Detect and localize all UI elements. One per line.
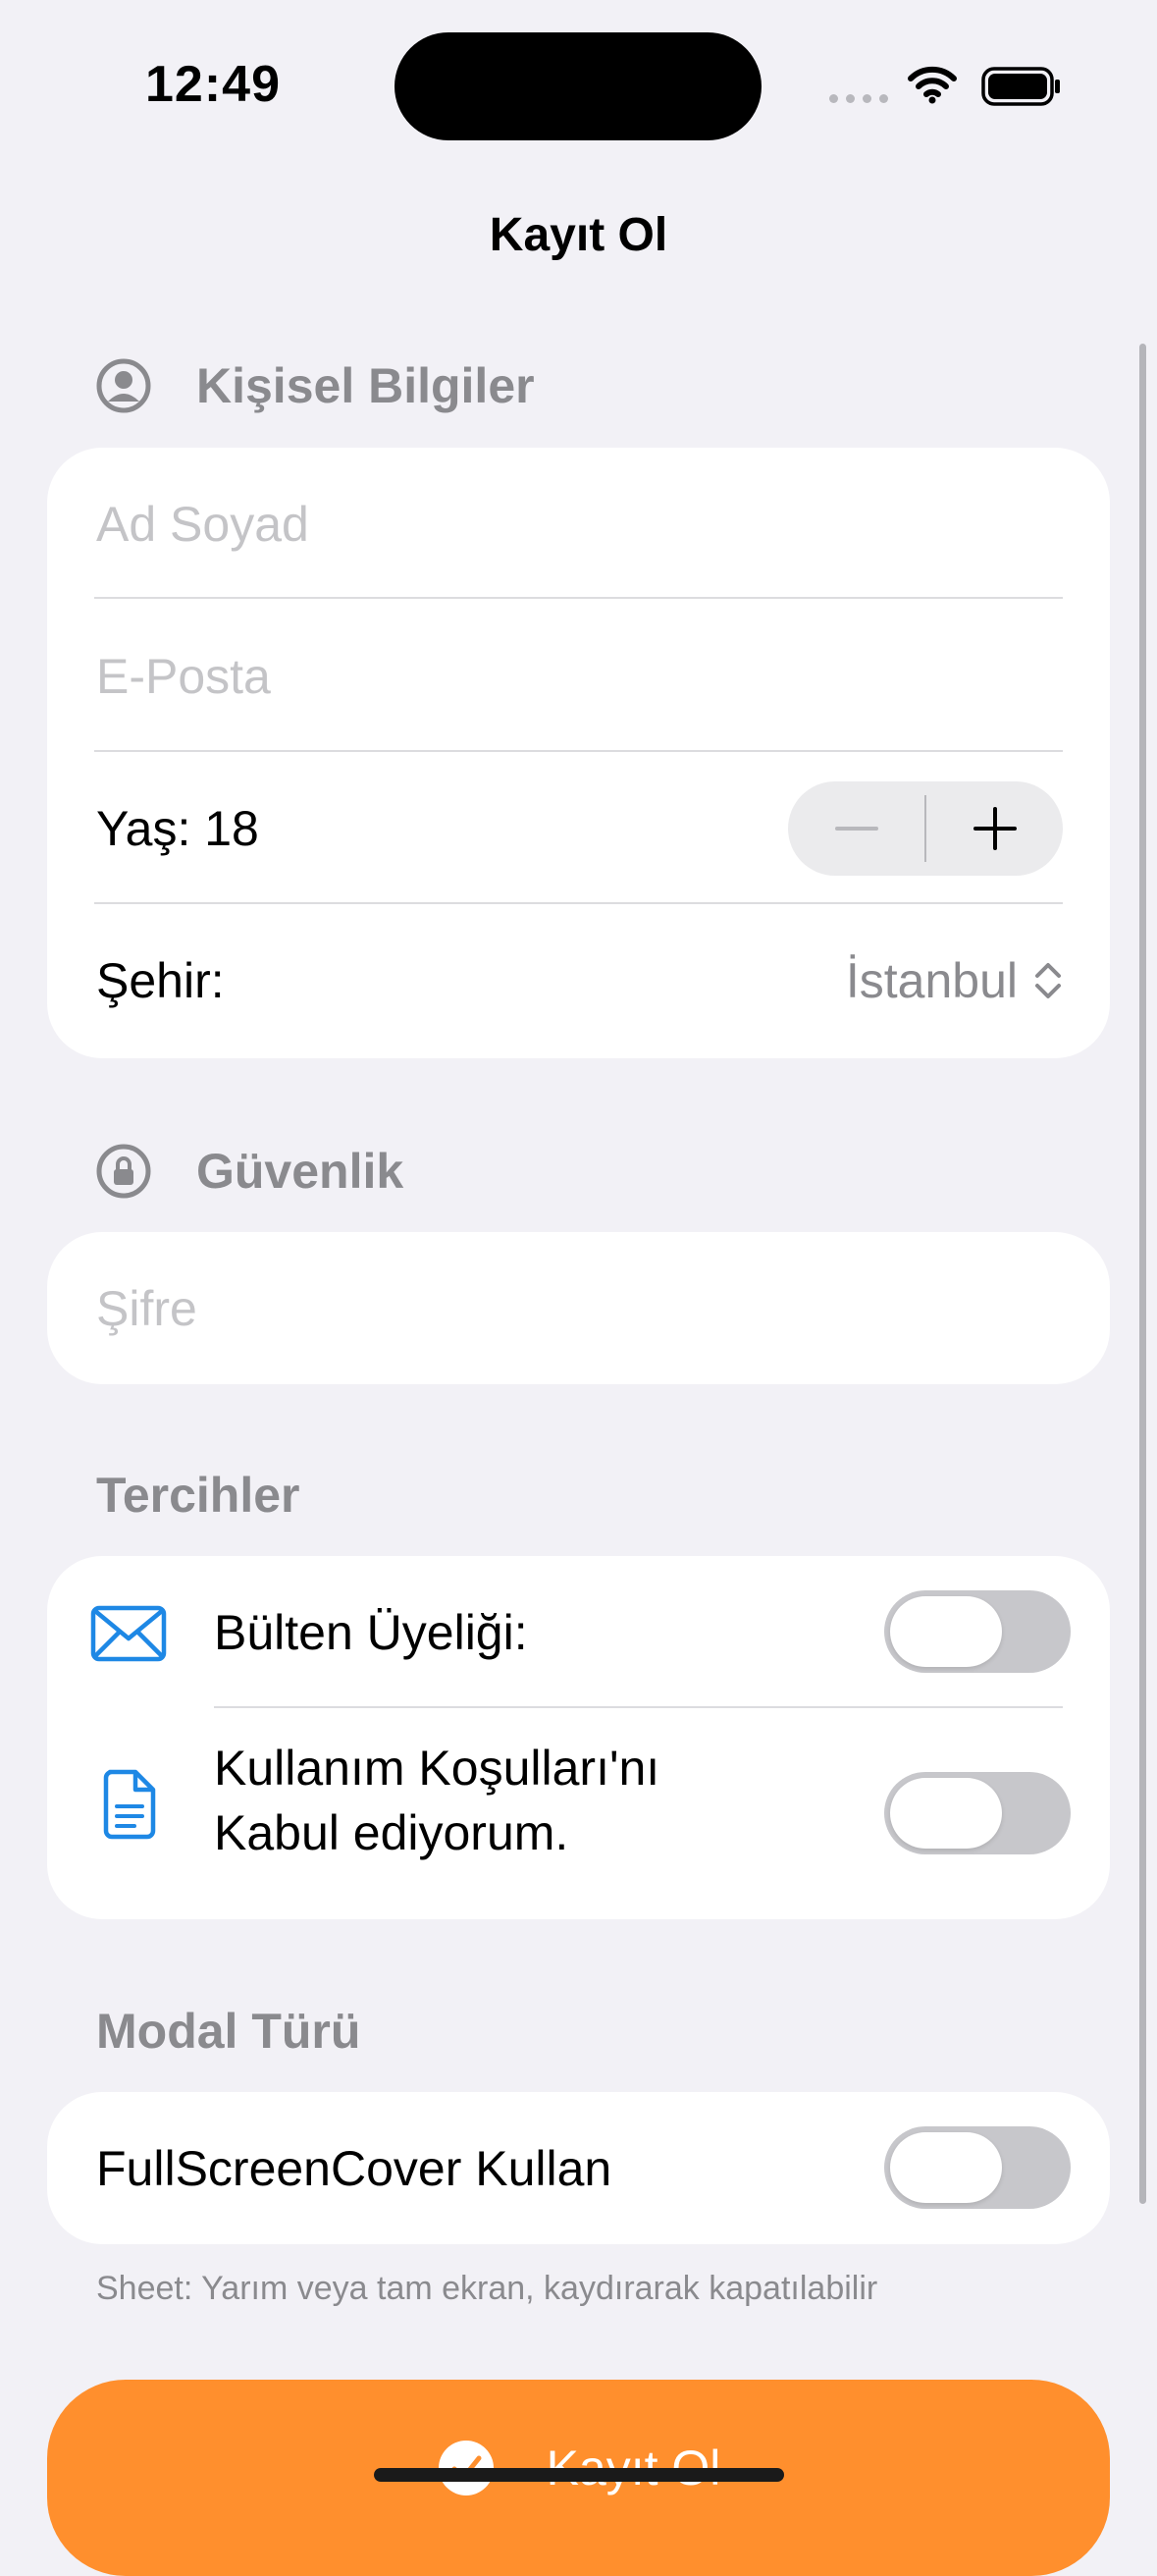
divider [94,597,1063,599]
age-stepper[interactable] [788,780,1063,876]
preferences-card: Bülten Üyeliği: Kullanım Koşulları'nı Ka… [47,1556,1110,1919]
person-circle-icon [96,358,151,413]
modal-card: FullScreenCover Kullan [47,2092,1110,2244]
newsletter-toggle[interactable] [884,1590,1071,1673]
plus-icon [973,806,1017,850]
terms-label-line2: Kabul ediyorum. [214,1805,569,1860]
city-label: Şehir: [96,952,225,1008]
section-title-preferences: Tercihler [96,1468,300,1523]
document-icon [103,1769,156,1840]
toggle-knob [890,1778,1002,1849]
section-title-security: Güvenlik [196,1144,404,1199]
email-input[interactable]: E-Posta [96,648,271,705]
age-increment-button[interactable] [926,781,1063,876]
wifi-icon [908,66,957,104]
password-input[interactable]: Şifre [96,1280,197,1337]
fullscreen-toggle[interactable] [884,2126,1071,2209]
fullscreen-label: FullScreenCover Kullan [96,2140,612,2196]
envelope-icon [90,1605,167,1662]
email-field[interactable]: E-Posta [47,600,1110,752]
terms-label: Kullanım Koşulları'nı Kabul ediyorum. [214,1736,659,1865]
age-label: Yaş: 18 [96,800,259,856]
section-title-personal: Kişisel Bilgiler [196,358,535,413]
city-picker[interactable]: İstanbul [846,952,1063,1009]
minus-icon [834,826,878,831]
section-header-personal: Kişisel Bilgiler [96,355,535,416]
fullscreen-row: FullScreenCover Kullan [47,2092,1110,2244]
security-card: Şifre [47,1232,1110,1384]
chevron-updown-icon [1035,962,1061,998]
name-field[interactable]: Ad Soyad [47,448,1110,600]
terms-label-line1: Kullanım Koşulları'nı [214,1741,660,1796]
name-input[interactable]: Ad Soyad [96,496,309,553]
password-field[interactable]: Şifre [47,1232,1110,1384]
city-row[interactable]: Şehir: İstanbul [47,904,1110,1056]
age-decrement-button[interactable] [788,781,924,876]
age-row: Yaş: 18 [47,752,1110,904]
status-time: 12:49 [145,56,281,113]
cellular-signal-icon [829,94,888,103]
section-header-preferences: Tercihler [96,1465,300,1526]
section-header-security: Güvenlik [96,1141,403,1202]
personal-info-card: Ad Soyad E-Posta Yaş: 18 Şehir: İstanbul [47,448,1110,1058]
section-title-modal: Modal Türü [96,2004,361,2059]
newsletter-row: Bülten Üyeliği: [47,1556,1110,1708]
scrollbar[interactable] [1139,344,1146,2204]
modal-footnote: Sheet: Yarım veya tam ekran, kaydırarak … [96,2270,878,2307]
toggle-knob [890,2132,1002,2203]
terms-toggle[interactable] [884,1772,1071,1854]
dynamic-island [394,32,762,140]
terms-row: Kullanım Koşulları'nı Kabul ediyorum. [47,1708,1110,1919]
section-header-modal: Modal Türü [96,2001,360,2062]
battery-icon [981,67,1060,106]
home-indicator [374,2468,784,2482]
toggle-knob [890,1596,1002,1667]
city-value: İstanbul [845,952,1018,1008]
page-title: Kayıt Ol [489,209,668,261]
newsletter-label: Bülten Üyeliği: [214,1604,528,1660]
lock-circle-icon [96,1144,151,1199]
